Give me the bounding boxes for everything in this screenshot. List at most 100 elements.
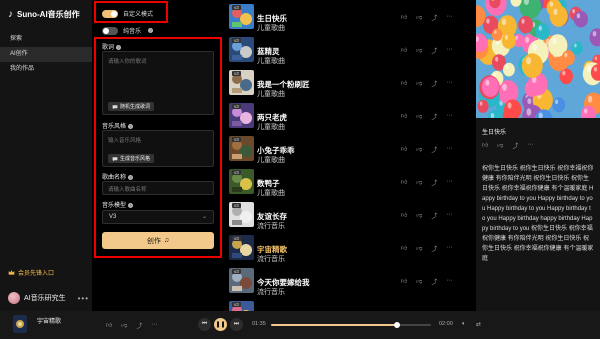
instrumental-toggle[interactable] [102,26,118,35]
share-icon[interactable]: ⤴ [431,277,437,286]
song-thumbnail[interactable]: v3 [229,136,254,161]
help-icon[interactable]: ? [128,202,134,208]
thumb-down-icon[interactable]: 👎︎ [416,145,422,154]
custom-mode-toggle[interactable] [102,9,118,18]
song-row[interactable]: v3 小兔子乖乖 儿童歌曲 👍︎ 👎︎ ⤴ ⋯ [226,133,474,166]
app-title: Suno-AI音乐创作 [17,10,80,19]
model-select[interactable]: V3 ⌄ [102,210,214,224]
song-thumbnail[interactable]: v3 [229,202,254,227]
thumb-up-icon[interactable]: 👍︎ [401,13,407,22]
prev-button[interactable]: ⏮ [198,318,211,331]
pause-button[interactable]: ❚❚ [214,318,227,331]
member-entry-link[interactable]: 会员先锋入口 [8,268,54,277]
thumb-up-icon[interactable]: 👍︎ [401,145,407,154]
more-icon[interactable]: ⋯ [446,244,452,253]
help-icon[interactable]: ? [148,28,154,33]
song-row[interactable]: v3 宇宙精歌 流行音乐 👍︎ 👎︎ ⤴ ⋯ [226,232,474,265]
thumb-down-icon[interactable]: 👎︎ [497,141,503,150]
share-icon[interactable]: ⤴ [431,13,437,22]
brand[interactable]: ♪ Suno-AI音乐创作 [8,9,80,20]
song-row[interactable]: v3 两只老虎 儿童歌曲 👍︎ 👎︎ ⤴ ⋯ [226,100,474,133]
more-icon[interactable]: ⋯ [151,321,157,330]
thumb-up-icon[interactable]: 👍︎ [401,112,407,121]
song-thumbnail[interactable]: v3 [229,103,254,128]
song-actions: 👍︎ 👎︎ ⤴ ⋯ [401,211,452,220]
more-icon[interactable]: ⋯ [446,112,452,121]
next-button[interactable]: ⏭ [230,318,243,331]
user-profile[interactable]: AI音乐研究生 ••• [8,292,89,304]
progress-knob[interactable] [394,322,401,328]
thumb-up-icon[interactable]: 👍︎ [401,211,407,220]
more-icon[interactable]: ••• [78,294,89,303]
thumb-down-icon[interactable]: 👎︎ [416,112,422,121]
style-input[interactable]: 输入音乐风格 生成音乐风格 [102,130,214,167]
thumb-down-icon[interactable]: 👎︎ [416,277,422,286]
thumb-up-icon[interactable]: 👍︎ [401,244,407,253]
song-thumbnail[interactable]: v3 [229,70,254,95]
song-row[interactable]: v3 友谊长存 流行音乐 👍︎ 👎︎ ⤴ ⋯ [226,199,474,232]
more-icon[interactable]: ⋯ [446,178,452,187]
help-icon[interactable]: ? [128,123,134,129]
song-row[interactable]: v3 蓝精灵 儿童歌曲 👍︎ 👎︎ ⤴ ⋯ [226,34,474,67]
song-thumbnail[interactable]: v3 [229,268,254,293]
share-icon[interactable]: ⤴ [431,46,437,55]
song-genre: 儿童歌曲 [257,91,285,98]
create-button[interactable]: 创作 ♫ [102,232,214,249]
thumb-down-icon[interactable]: 👎︎ [416,178,422,187]
share-icon[interactable]: ⤴ [431,145,437,154]
song-actions: 👍︎ 👎︎ ⤴ ⋯ [401,13,452,22]
song-thumbnail[interactable]: v3 [229,169,254,194]
share-icon[interactable]: ⤴ [431,211,437,220]
next-icon: ⏭ [233,321,240,327]
more-icon[interactable]: ⋯ [446,277,452,286]
song-row[interactable]: v3 今天你要嫁给我 流行音乐 👍︎ 👎︎ ⤴ ⋯ [226,265,474,298]
sidebar-item-ai-create[interactable]: AI创作 [0,47,92,62]
thumb-up-icon[interactable]: 👍︎ [401,277,407,286]
balloons-image [476,0,600,118]
now-playing-cover[interactable] [13,315,27,333]
player-bar: 宇宙精歌 👍︎ 👎︎ ⤴ ⋯ ⏮ ❚❚ ⏭ 01:35 02:00 🔈︎ ⇄ [0,311,600,339]
help-icon[interactable]: ? [128,174,134,180]
share-icon[interactable]: ⤴ [431,112,437,121]
thumb-down-icon[interactable]: 👎︎ [416,46,422,55]
song-row[interactable]: v3 生日快乐 儿童歌曲 👍︎ 👎︎ ⤴ ⋯ [226,1,474,34]
song-row[interactable]: v3 我是一个粉刷匠 儿童歌曲 👍︎ 👎︎ ⤴ ⋯ [226,67,474,100]
thumb-up-icon[interactable]: 👍︎ [401,46,407,55]
more-icon[interactable]: ⋯ [527,141,533,150]
song-thumbnail[interactable]: v3 [229,37,254,62]
generate-style-button[interactable]: 生成音乐风格 [108,154,155,163]
share-icon[interactable]: ⤴ [431,244,437,253]
song-thumbnail[interactable]: v3 [229,235,254,260]
thumb-up-icon[interactable]: 👍︎ [401,178,407,187]
lyrics-input[interactable]: 请输入你的歌词 随机生成歌词 [102,51,214,115]
song-name-input[interactable]: 请输入歌曲名称 [102,181,214,195]
more-icon[interactable]: ⋯ [446,13,452,22]
repeat-icon[interactable]: ⇄ [476,321,481,328]
share-icon[interactable]: ⤴ [431,79,437,88]
thumb-up-icon[interactable]: 👍︎ [401,79,407,88]
thumb-up-icon[interactable]: 👍︎ [106,321,112,330]
thumb-down-icon[interactable]: 👎︎ [416,79,422,88]
sidebar-item-explore[interactable]: 探索 [0,32,92,47]
share-icon[interactable]: ⤴ [136,321,142,330]
volume-icon[interactable]: 🔈︎ [462,321,466,328]
more-icon[interactable]: ⋯ [446,145,452,154]
thumb-down-icon[interactable]: 👎︎ [416,211,422,220]
version-badge: v3 [232,38,241,43]
song-row[interactable]: v3 数鸭子 儿童歌曲 👍︎ 👎︎ ⤴ ⋯ [226,166,474,199]
thumb-down-icon[interactable]: 👎︎ [121,321,127,330]
share-icon[interactable]: ⤴ [431,178,437,187]
cover-thumb [13,315,27,333]
song-thumbnail[interactable]: v3 [229,4,254,29]
thumb-down-icon[interactable]: 👎︎ [416,244,422,253]
share-icon[interactable]: ⤴ [512,141,518,150]
sidebar-item-my-works[interactable]: 我的作品 [0,62,92,77]
more-icon[interactable]: ⋯ [446,79,452,88]
more-icon[interactable]: ⋯ [446,211,452,220]
thumb-down-icon[interactable]: 👎︎ [416,13,422,22]
random-lyrics-button[interactable]: 随机生成歌词 [108,102,155,111]
progress-slider[interactable] [271,322,431,328]
thumb-up-icon[interactable]: 👍︎ [482,141,488,150]
help-icon[interactable]: ? [116,44,122,50]
more-icon[interactable]: ⋯ [446,46,452,55]
